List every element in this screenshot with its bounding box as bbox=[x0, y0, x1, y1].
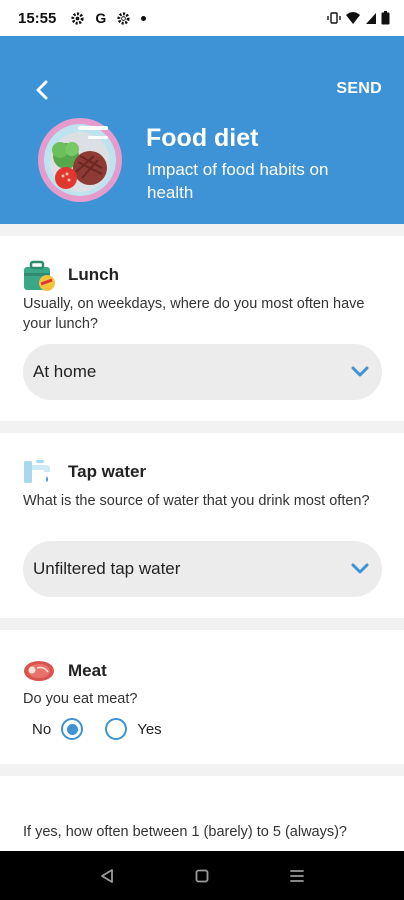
page-subtitle: Impact of food habits on health bbox=[147, 160, 329, 202]
question-header: Meat bbox=[22, 654, 107, 688]
question-card-meat: Meat Do you eat meat? No Yes bbox=[0, 630, 404, 764]
radio-label-no: No bbox=[32, 720, 52, 738]
back-button[interactable] bbox=[28, 76, 56, 104]
select-value: Unfiltered tap water bbox=[33, 559, 181, 578]
food-plate-icon bbox=[38, 118, 122, 202]
question-header: Lunch bbox=[22, 258, 119, 292]
tap-water-icon bbox=[24, 460, 50, 483]
question-card-lunch: Lunch Usually, on weekdays, where do you… bbox=[0, 236, 404, 421]
chevron-down-icon bbox=[350, 362, 370, 382]
back-nav-button[interactable] bbox=[95, 864, 119, 888]
chevron-down-icon bbox=[350, 559, 370, 579]
water-source-select[interactable]: Unfiltered tap water bbox=[23, 541, 382, 597]
chevron-left-icon bbox=[36, 80, 48, 100]
status-system-icons bbox=[327, 11, 390, 25]
settings-alt-icon bbox=[117, 11, 130, 25]
lunch-location-select[interactable]: At home bbox=[23, 344, 382, 400]
question-title: Tap water bbox=[68, 462, 147, 481]
question-title: Lunch bbox=[68, 265, 119, 284]
lunchbox-icon bbox=[24, 260, 55, 291]
question-title: Meat bbox=[68, 661, 107, 680]
question-description: Do you eat meat? bbox=[23, 691, 138, 707]
radio-selected-dot bbox=[66, 723, 78, 735]
question-description: What is the source of water that you dri… bbox=[23, 493, 370, 509]
page-title: Food diet bbox=[146, 124, 259, 152]
triangle-back-icon bbox=[101, 868, 114, 883]
wifi-icon bbox=[346, 12, 360, 24]
send-button[interactable]: SEND bbox=[336, 80, 382, 98]
status-bar: 15:55 G bbox=[0, 0, 404, 36]
settings-icon bbox=[71, 11, 84, 25]
signal-icon bbox=[366, 12, 376, 24]
question-description: Usually, on weekdays, where do you most … bbox=[23, 296, 365, 332]
radio-no[interactable] bbox=[61, 718, 84, 740]
status-notification-icons: G bbox=[70, 10, 147, 26]
battery-icon bbox=[381, 11, 390, 25]
menu-lines-icon bbox=[289, 869, 304, 882]
dot-icon bbox=[141, 15, 147, 21]
question-description: If yes, how often between 1 (barely) to … bbox=[23, 824, 347, 840]
app-header: SEND Food diet Impact of food habits on … bbox=[0, 36, 404, 224]
google-icon: G bbox=[95, 10, 107, 26]
home-nav-button[interactable] bbox=[190, 864, 214, 888]
recents-nav-button[interactable] bbox=[285, 864, 309, 888]
status-time: 15:55 bbox=[18, 9, 57, 27]
vibrate-icon bbox=[327, 12, 341, 24]
question-header: Tap water bbox=[22, 455, 146, 489]
question-card-meat-frequency: If yes, how often between 1 (barely) to … bbox=[0, 776, 404, 851]
select-value: At home bbox=[33, 362, 97, 381]
question-card-tap-water: Tap water What is the source of water th… bbox=[0, 433, 404, 618]
radio-yes[interactable] bbox=[105, 718, 128, 740]
meat-icon bbox=[24, 661, 54, 681]
meat-radio-group: No Yes bbox=[32, 718, 162, 740]
radio-label-yes: Yes bbox=[137, 720, 162, 738]
square-home-icon bbox=[195, 869, 209, 882]
system-navigation-bar bbox=[0, 851, 404, 900]
